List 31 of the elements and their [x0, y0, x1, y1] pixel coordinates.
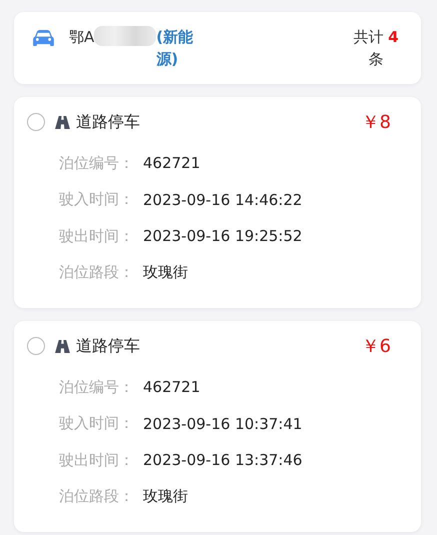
parking-type: 道路停车: [76, 112, 140, 132]
car-icon: [32, 30, 55, 47]
field-value: 2023-09-16 10:37:41: [143, 414, 302, 433]
field-value: 2023-09-16 19:25:52: [143, 227, 302, 246]
road-icon: [55, 340, 70, 352]
field-label: 驶出时间：: [59, 450, 135, 470]
field-label: 泊位路段：: [59, 263, 135, 282]
field-label: 驶出时间：: [59, 226, 135, 246]
field-value: 462721: [143, 154, 200, 172]
field-label: 驶入时间：: [59, 414, 135, 434]
total-count: 4: [388, 28, 399, 46]
field-label: 泊位路段：: [59, 487, 135, 506]
field-value: 2023-09-16 14:46:22: [143, 190, 302, 209]
plate-number: 鄂A: [69, 28, 94, 46]
field-label: 泊位编号：: [59, 154, 135, 173]
field-label: 驶入时间：: [59, 190, 135, 210]
radio-button[interactable]: [27, 337, 45, 355]
field-value: 462721: [143, 378, 200, 396]
field-value: 玫瑰街: [143, 263, 188, 282]
field-label: 泊位编号：: [59, 378, 135, 397]
total-unit: 条: [368, 49, 384, 70]
field-value: 2023-09-16 13:37:46: [143, 451, 302, 470]
road-icon: [55, 116, 70, 128]
price: ￥8: [362, 111, 391, 134]
blurred-patch: [94, 26, 156, 46]
price: ￥6: [362, 335, 391, 358]
field-value: 玫瑰街: [143, 487, 188, 506]
parking-type: 道路停车: [76, 336, 140, 356]
energy-type: (新能源): [156, 27, 194, 70]
radio-button[interactable]: [27, 113, 45, 131]
total-label: 共计: [353, 28, 384, 46]
